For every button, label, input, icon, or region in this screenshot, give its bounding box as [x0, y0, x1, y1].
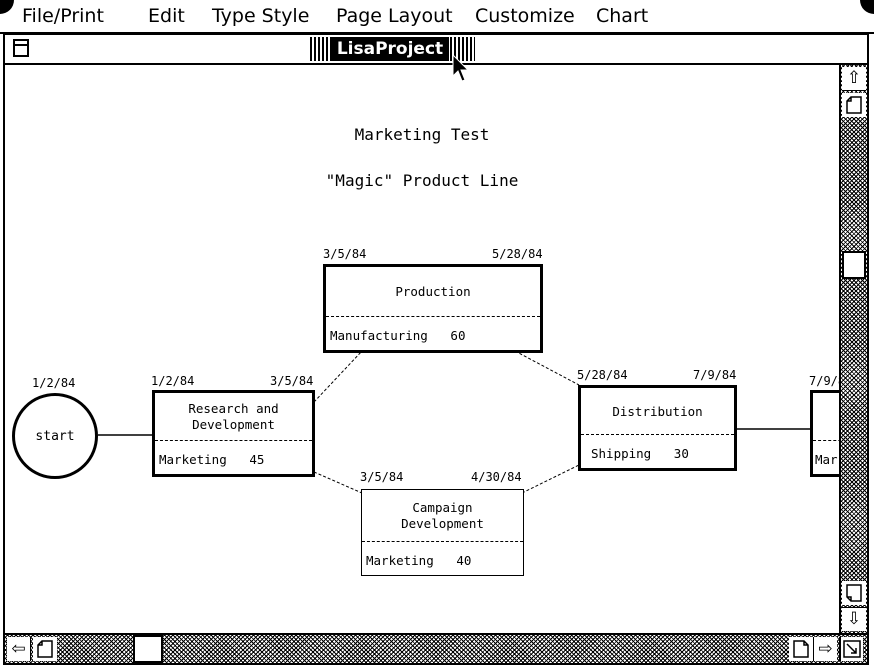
size-box-icon[interactable] [839, 637, 863, 661]
page-down-icon[interactable] [842, 581, 866, 605]
link-production-distribution [514, 350, 580, 386]
task-name [813, 393, 839, 441]
arrow-right-icon[interactable]: ⇨ [813, 637, 837, 661]
task-start-date: 1/2/84 [151, 374, 195, 388]
arrow-up-icon[interactable]: ⇧ [842, 67, 866, 91]
horizontal-scrollbar[interactable]: ⇦ ⇨ [5, 633, 867, 663]
screen-corner [860, 0, 874, 14]
task-resource-line: Marketing 40 [366, 553, 471, 568]
screen-corner [0, 0, 14, 14]
menu-page-layout[interactable]: Page Layout [336, 5, 453, 27]
vertical-scroll-thumb[interactable] [842, 251, 866, 279]
task-start-date: 5/28/84 [577, 368, 628, 382]
task-end-date: 7/9/84 [693, 368, 737, 382]
task-start-date: 3/5/84 [360, 470, 404, 484]
task-name: Research and Development [188, 401, 279, 432]
start-label: start [35, 428, 75, 444]
task-start-date: 3/5/84 [323, 247, 367, 261]
document-window: LisaProject Marketing Test "Magic" Produ… [3, 33, 869, 665]
task-divider [813, 440, 839, 441]
task-divider [155, 440, 312, 441]
menu-edit[interactable]: Edit [148, 5, 185, 27]
task-name: Distribution [612, 403, 703, 419]
task-divider [581, 434, 734, 435]
task-start-date: 7/9/8 [809, 374, 839, 388]
task-resource-line: Manufacturing 60 [330, 328, 465, 343]
task-end-date: 4/30/84 [471, 470, 522, 484]
task-name: Campaign Development [401, 500, 484, 531]
task-duration: 40 [456, 553, 472, 568]
task-resource: Manufacturing [330, 328, 428, 343]
menu-file-print[interactable]: File/Print [22, 5, 104, 27]
vertical-scrollbar[interactable]: ⇧ ⇩ [839, 65, 867, 633]
horizontal-scroll-thumb[interactable] [133, 635, 163, 663]
task-resource: Shipping [591, 446, 652, 461]
arrow-cursor-icon [452, 54, 470, 82]
start-date: 1/2/84 [32, 376, 76, 390]
link-campaign-distribution [521, 464, 580, 494]
window-title: LisaProject [331, 37, 449, 61]
arrow-left-icon[interactable]: ⇦ [7, 637, 31, 661]
task-resource: Marketing [366, 553, 434, 568]
title-bar[interactable]: LisaProject [5, 35, 867, 65]
task-box-campaign-development[interactable]: Campaign Development Marketing 40 [361, 489, 524, 576]
page-left-icon[interactable] [33, 637, 57, 661]
task-box-distribution[interactable]: Distribution Shipping 30 [578, 385, 737, 471]
close-box-icon[interactable] [13, 39, 29, 57]
link-research-campaign [313, 471, 363, 494]
link-research-production [313, 350, 363, 403]
menu-bar: File/Print Edit Type Style Page Layout C… [0, 0, 874, 34]
page-up-icon[interactable] [842, 93, 866, 117]
task-duration: 45 [249, 452, 265, 467]
task-end-date: 3/5/84 [270, 374, 314, 388]
menu-customize[interactable]: Customize [475, 5, 575, 27]
page-right-icon[interactable] [789, 637, 813, 661]
task-name: Production [395, 284, 471, 299]
start-node[interactable]: start [12, 393, 98, 479]
menu-chart[interactable]: Chart [596, 5, 648, 27]
task-resource: Marketing [159, 452, 227, 467]
task-duration: 60 [450, 328, 466, 343]
task-resource-line: Mark [815, 452, 839, 467]
task-box-production[interactable]: Production Manufacturing 60 [323, 264, 543, 353]
task-divider [362, 541, 523, 542]
task-resource: Mark [815, 452, 839, 467]
task-end-date: 5/28/84 [492, 247, 543, 261]
menu-type-style[interactable]: Type Style [212, 5, 309, 27]
arrow-down-icon[interactable]: ⇩ [842, 607, 866, 631]
chart-canvas[interactable]: Marketing Test "Magic" Product Line 1/2/… [5, 65, 839, 633]
task-box-research-development[interactable]: Research and Development Marketing 45 [152, 390, 315, 477]
task-box-next[interactable]: Mark [810, 390, 839, 477]
task-duration: 30 [673, 446, 689, 461]
task-resource-line: Shipping 30 [591, 446, 689, 461]
task-resource-line: Marketing 45 [159, 452, 264, 467]
task-divider [326, 316, 540, 317]
